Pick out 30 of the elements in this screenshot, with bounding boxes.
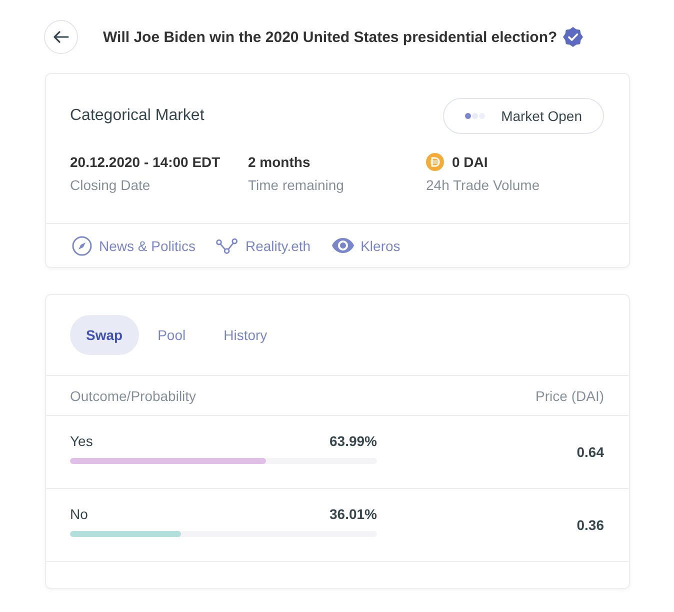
status-dots-icon [465, 113, 486, 119]
back-button[interactable] [44, 20, 78, 54]
category-link[interactable]: News & Politics [72, 236, 196, 256]
trade-tab[interactable]: Swap [70, 315, 139, 355]
market-status-text: Market Open [501, 108, 582, 124]
outcome-name: No [70, 506, 88, 522]
eye-icon [332, 238, 354, 253]
stat-value: 0 DAI [452, 154, 488, 170]
compass-icon [72, 236, 92, 256]
connected-nodes-icon [216, 238, 238, 254]
stat-label: Time remaining [248, 177, 344, 193]
column-header: Outcome/Probability [70, 388, 196, 404]
arbitrator-link[interactable]: Kleros [332, 238, 400, 254]
trade-tab[interactable]: Pool [138, 315, 205, 355]
column-header: Price (DAI) [536, 388, 604, 404]
outcome-probability: 36.01% [330, 506, 377, 522]
outcome-name: Yes [70, 432, 93, 448]
oracle-link[interactable]: Reality.eth [216, 238, 311, 254]
stat-value: 20.12.2020 - 14:00 EDT [70, 154, 220, 170]
trade-tab[interactable]: History [204, 315, 286, 355]
outcome-probability: 63.99% [330, 432, 377, 448]
stat-value: 2 months [248, 154, 310, 170]
stat-label: 24h Trade Volume [426, 177, 540, 193]
market-question-title: Will Joe Biden win the 2020 United States presidential election? [103, 28, 558, 46]
stat-label: Closing Date [70, 177, 150, 193]
outcome-price: 0.36 [576, 517, 604, 533]
back-arrow-icon [53, 31, 69, 43]
market-type-label: Categorical Market [70, 107, 204, 125]
coin-icon [426, 153, 444, 171]
outcome-price: 0.64 [576, 444, 604, 460]
